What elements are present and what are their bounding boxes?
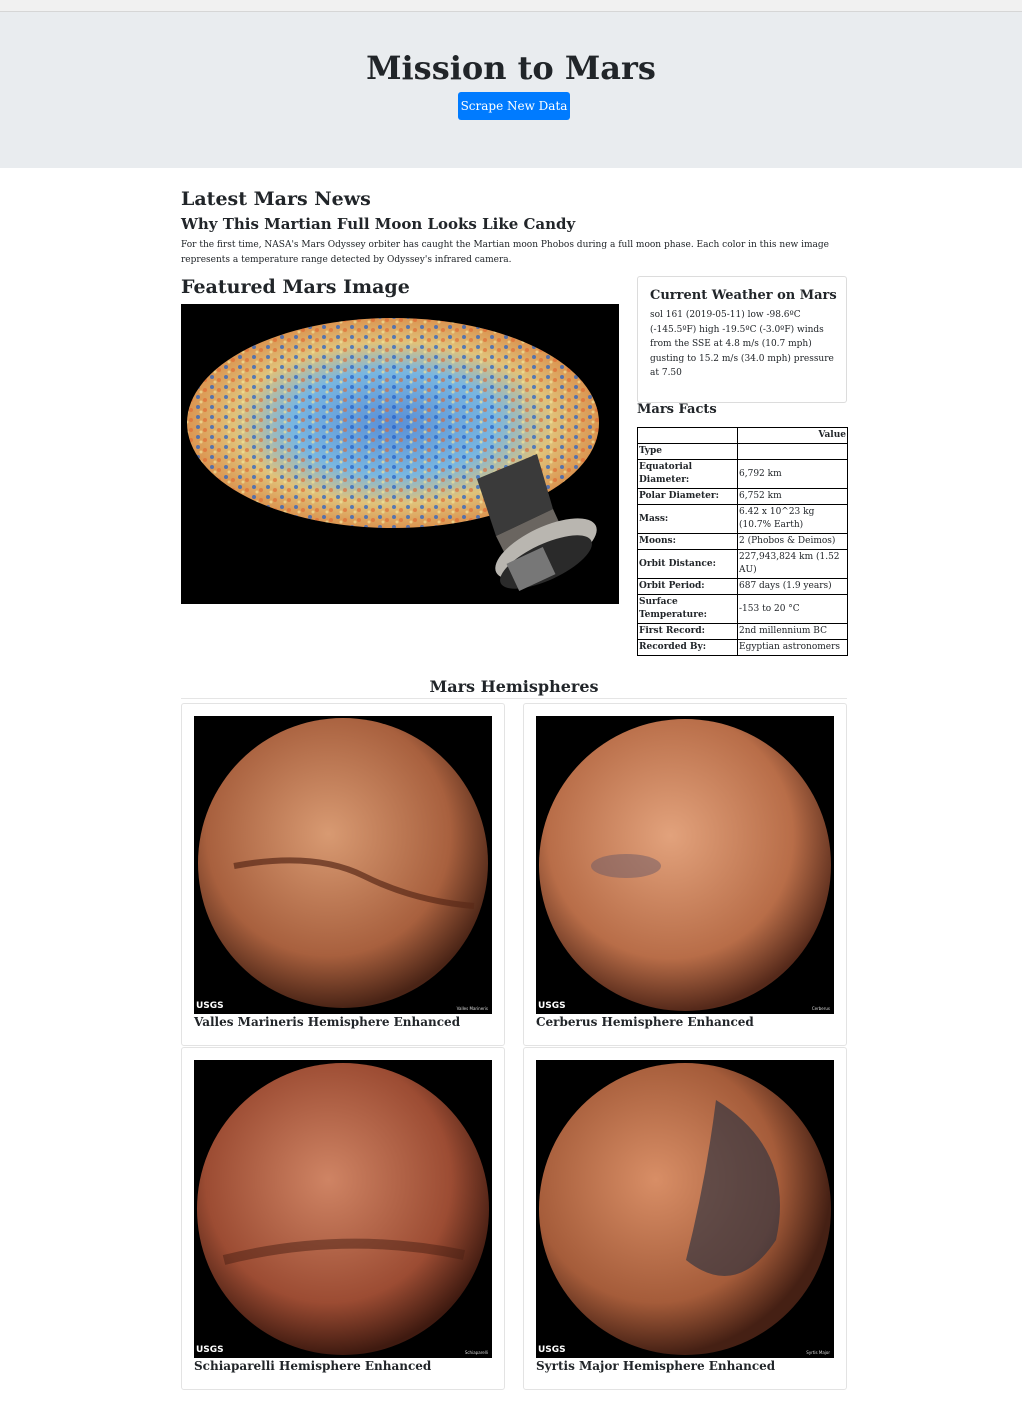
fact-label: Orbit Distance: bbox=[637, 549, 738, 579]
mars-globe-image bbox=[197, 1063, 489, 1355]
fact-value: 6,792 km bbox=[737, 459, 848, 489]
scrape-new-data-button[interactable]: Scrape New Data bbox=[458, 92, 570, 120]
table-header-empty bbox=[737, 443, 848, 460]
table-row: Polar Diameter: 6,752 km bbox=[637, 488, 848, 505]
image-label: Valles Marineris bbox=[456, 1006, 488, 1011]
hemisphere-card: USGS Schiaparelli Schiaparelli Hemispher… bbox=[181, 1047, 505, 1390]
image-label: Syrtis Major bbox=[806, 1350, 830, 1355]
fact-label: Surface Temperature: bbox=[637, 594, 738, 624]
fact-value: -153 to 20 °C bbox=[737, 594, 848, 624]
fact-value: Egyptian astronomers bbox=[737, 639, 848, 656]
hemisphere-image[interactable]: USGS Syrtis Major bbox=[536, 1060, 834, 1358]
table-row: Orbit Distance: 227,943,824 km (1.52 AU) bbox=[637, 549, 848, 579]
table-header-row: Type bbox=[637, 443, 848, 460]
fact-label: Orbit Period: bbox=[637, 578, 738, 595]
divider bbox=[181, 698, 847, 699]
usgs-logo: USGS bbox=[538, 1345, 566, 1355]
table-header-empty bbox=[637, 427, 738, 444]
fact-label: Mass: bbox=[637, 504, 738, 534]
hemispheres-heading: Mars Hemispheres bbox=[429, 677, 599, 696]
fact-label: Polar Diameter: bbox=[637, 488, 738, 505]
fact-value: 687 days (1.9 years) bbox=[737, 578, 848, 595]
image-label: Schiaparelli bbox=[464, 1350, 488, 1355]
cosmic-microwave-map-image bbox=[187, 318, 599, 592]
hemisphere-image[interactable]: USGS Valles Marineris bbox=[194, 716, 492, 1014]
browser-top-strip bbox=[0, 0, 1022, 12]
image-label: Cerberus bbox=[811, 1006, 830, 1011]
latest-news-heading: Latest Mars News bbox=[181, 188, 371, 210]
usgs-logo: USGS bbox=[538, 1001, 566, 1011]
table-row: Mass: 6.42 x 10^23 kg (10.7% Earth) bbox=[637, 504, 848, 534]
fact-value: 227,943,824 km (1.52 AU) bbox=[737, 549, 848, 579]
weather-text: sol 161 (2019-05-11) low -98.6ºC (-145.5… bbox=[650, 310, 834, 378]
news-title: Why This Martian Full Moon Looks Like Ca… bbox=[181, 215, 576, 233]
table-row: Moons: 2 (Phobos & Deimos) bbox=[637, 533, 848, 550]
table-row: First Record: 2nd millennium BC bbox=[637, 623, 848, 640]
hemisphere-card: USGS Cerberus Cerberus Hemisphere Enhanc… bbox=[523, 703, 847, 1046]
news-paragraph: For the first time, NASA's Mars Odyssey … bbox=[181, 240, 829, 265]
fact-value: 6,752 km bbox=[737, 488, 848, 505]
mars-globe-image bbox=[539, 719, 831, 1011]
usgs-logo: USGS bbox=[196, 1345, 224, 1355]
fact-value: 2 (Phobos & Deimos) bbox=[737, 533, 848, 550]
table-row: Surface Temperature: -153 to 20 °C bbox=[637, 594, 848, 624]
table-header-type: Type bbox=[637, 443, 738, 460]
jumbotron-header: Mission to Mars Scrape New Data bbox=[0, 12, 1022, 168]
usgs-logo: USGS bbox=[196, 1001, 224, 1011]
hemisphere-image[interactable]: USGS Cerberus bbox=[536, 716, 834, 1014]
hemisphere-image[interactable]: USGS Schiaparelli bbox=[194, 1060, 492, 1358]
featured-image-heading: Featured Mars Image bbox=[181, 276, 410, 298]
weather-card: Current Weather on Mars sol 161 (2019-05… bbox=[637, 276, 847, 403]
page-title: Mission to Mars bbox=[366, 49, 656, 87]
table-row: Equatorial Diameter: 6,792 km bbox=[637, 459, 848, 489]
mars-globe-image bbox=[198, 718, 488, 1008]
hemisphere-title[interactable]: Valles Marineris Hemisphere Enhanced bbox=[194, 1014, 460, 1030]
hemisphere-card: USGS Valles Marineris Valles Marineris H… bbox=[181, 703, 505, 1046]
spacecraft-graphic bbox=[477, 454, 597, 592]
weather-heading: Current Weather on Mars bbox=[650, 288, 837, 303]
table-header-value: Value bbox=[737, 427, 848, 444]
fact-value: 2nd millennium BC bbox=[737, 623, 848, 640]
mars-facts-heading: Mars Facts bbox=[637, 402, 717, 417]
hemisphere-title[interactable]: Cerberus Hemisphere Enhanced bbox=[536, 1014, 754, 1030]
hemisphere-title[interactable]: Schiaparelli Hemisphere Enhanced bbox=[194, 1358, 431, 1374]
hemisphere-card: USGS Syrtis Major Syrtis Major Hemispher… bbox=[523, 1047, 847, 1390]
fact-label: First Record: bbox=[637, 623, 738, 640]
mars-globe-image bbox=[539, 1063, 831, 1355]
table-row: Recorded By: Egyptian astronomers bbox=[637, 639, 848, 656]
table-header-row: Value bbox=[637, 427, 848, 444]
featured-image bbox=[181, 304, 619, 604]
mars-facts-table: Value Type Equatorial Diameter: 6,792 km P… bbox=[637, 427, 848, 656]
fact-label: Moons: bbox=[637, 533, 738, 550]
fact-value: 6.42 x 10^23 kg (10.7% Earth) bbox=[737, 504, 848, 534]
hemisphere-title[interactable]: Syrtis Major Hemisphere Enhanced bbox=[536, 1358, 775, 1374]
fact-label: Recorded By: bbox=[637, 639, 738, 656]
fact-label: Equatorial Diameter: bbox=[637, 459, 738, 489]
table-row: Orbit Period: 687 days (1.9 years) bbox=[637, 578, 848, 595]
